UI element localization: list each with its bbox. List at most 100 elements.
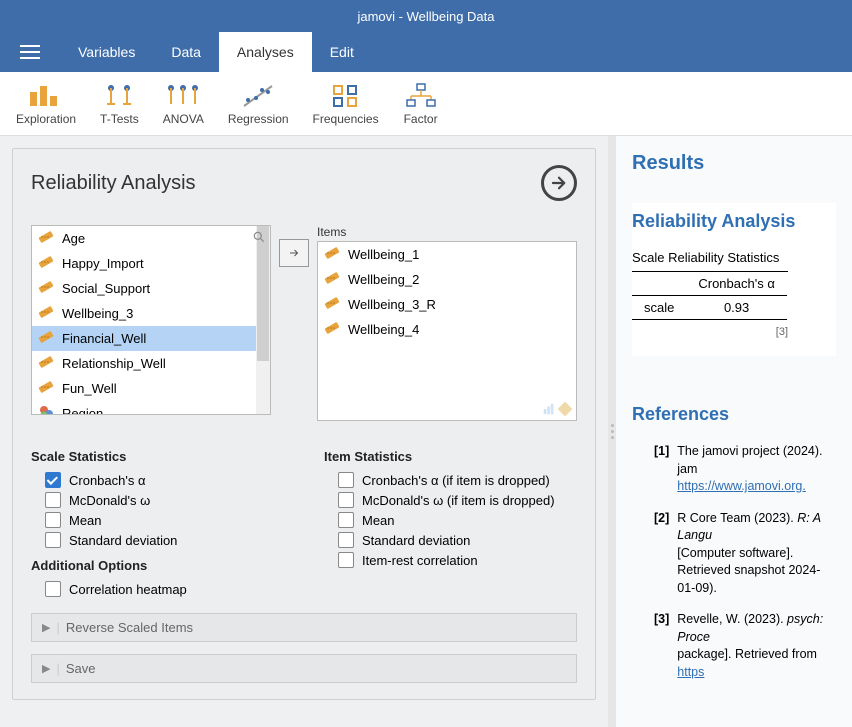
variable-name: Fun_Well bbox=[62, 381, 117, 396]
variable-type-icon bbox=[38, 404, 56, 415]
variable-type-icon bbox=[324, 245, 342, 264]
checkbox-mean[interactable] bbox=[45, 512, 61, 528]
analysis-card: Reliability Analysis Age Happy_Import Soci… bbox=[12, 148, 596, 700]
variable-item[interactable]: Age bbox=[32, 226, 270, 251]
menu-bar: Variables Data Analyses Edit bbox=[0, 32, 852, 72]
ribbon-factor[interactable]: Factor bbox=[391, 78, 451, 130]
checkbox-label: Standard deviation bbox=[362, 533, 470, 548]
menu-data[interactable]: Data bbox=[153, 32, 219, 72]
footnote: [3] bbox=[632, 320, 788, 338]
arrow-right-icon bbox=[287, 247, 301, 259]
variable-name: Wellbeing_2 bbox=[348, 272, 419, 287]
checkbox-item-mean[interactable] bbox=[338, 512, 354, 528]
reference-link[interactable]: https://www.jamovi.org. bbox=[677, 479, 806, 493]
checkbox-label: McDonald's ω (if item is dropped) bbox=[362, 493, 555, 508]
checkbox-label: Mean bbox=[69, 513, 102, 528]
menu-analyses[interactable]: Analyses bbox=[219, 32, 312, 72]
search-icon[interactable] bbox=[252, 230, 266, 247]
variable-type-icon bbox=[38, 379, 56, 398]
ribbon-label: Exploration bbox=[16, 112, 76, 126]
checkbox-label: Cronbach's α bbox=[69, 473, 145, 488]
ribbon-label: T-Tests bbox=[100, 112, 139, 126]
variable-type-icon bbox=[38, 254, 56, 273]
reference-item: [2]R Core Team (2023). R: A Langu[Comput… bbox=[654, 510, 836, 598]
variable-item[interactable]: Fun_Well bbox=[32, 376, 270, 401]
variable-item[interactable]: Region bbox=[32, 401, 270, 415]
scrollbar[interactable] bbox=[256, 226, 270, 414]
variable-name: Wellbeing_3 bbox=[62, 306, 133, 321]
title-bar: jamovi - Wellbeing Data bbox=[0, 0, 852, 32]
variable-type-icon bbox=[324, 320, 342, 339]
checkbox-label: Standard deviation bbox=[69, 533, 177, 548]
checkbox-item-sd[interactable] bbox=[338, 532, 354, 548]
checkbox-cronbach[interactable] bbox=[45, 472, 61, 488]
ribbon-label: Factor bbox=[404, 112, 438, 126]
variable-item[interactable]: Relationship_Well bbox=[32, 351, 270, 376]
ribbon-label: Frequencies bbox=[313, 112, 379, 126]
variable-item[interactable]: Social_Support bbox=[32, 276, 270, 301]
checkbox-label: McDonald's ω bbox=[69, 493, 150, 508]
variable-type-icon bbox=[38, 304, 56, 323]
checkbox-heatmap[interactable] bbox=[45, 581, 61, 597]
checkbox-label: Cronbach's α (if item is dropped) bbox=[362, 473, 550, 488]
splitter[interactable] bbox=[608, 136, 616, 727]
checkbox-item-irc[interactable] bbox=[338, 552, 354, 568]
source-variable-list[interactable]: Age Happy_Import Social_Support Wellbeing_3… bbox=[31, 225, 271, 415]
checkbox-mcdonald[interactable] bbox=[45, 492, 61, 508]
results-block-title: Reliability Analysis bbox=[632, 211, 836, 232]
additional-title: Additional Options bbox=[31, 558, 284, 573]
ribbon-regression[interactable]: Regression bbox=[216, 78, 301, 130]
ribbon: Exploration T-Tests ANOVA Regression Fre… bbox=[0, 72, 852, 136]
collapse-save[interactable]: ▶|Save bbox=[31, 654, 577, 683]
run-button[interactable] bbox=[541, 165, 577, 201]
variable-item[interactable]: Happy_Import bbox=[32, 251, 270, 276]
reference-body: The jamovi project (2024). jamhttps://ww… bbox=[677, 443, 836, 496]
variable-item[interactable]: Financial_Well bbox=[32, 326, 270, 351]
variable-name: Social_Support bbox=[62, 281, 150, 296]
hamburger-menu[interactable] bbox=[0, 32, 60, 72]
reference-body: Revelle, W. (2023). psych: Procepackage]… bbox=[677, 611, 836, 681]
ribbon-exploration[interactable]: Exploration bbox=[4, 78, 88, 130]
variable-item[interactable]: Wellbeing_3_R bbox=[318, 292, 576, 317]
variable-item[interactable]: Wellbeing_1 bbox=[318, 242, 576, 267]
frequencies-icon bbox=[328, 82, 364, 110]
variable-item[interactable]: Wellbeing_4 bbox=[318, 317, 576, 342]
variable-name: Wellbeing_4 bbox=[348, 322, 419, 337]
variable-name: Financial_Well bbox=[62, 331, 146, 346]
bar-chart-icon bbox=[28, 82, 64, 110]
ribbon-anova[interactable]: ANOVA bbox=[151, 78, 216, 130]
analysis-title: Reliability Analysis bbox=[31, 172, 196, 195]
hamburger-icon bbox=[20, 45, 40, 59]
ribbon-frequencies[interactable]: Frequencies bbox=[301, 78, 391, 130]
references-title: References bbox=[632, 404, 836, 425]
reference-body: R Core Team (2023). R: A Langu[Computer … bbox=[677, 510, 836, 598]
anova-icon bbox=[165, 82, 201, 110]
checkbox-label: Correlation heatmap bbox=[69, 582, 187, 597]
ttest-icon bbox=[101, 82, 137, 110]
checkbox-item-mcdonald[interactable] bbox=[338, 492, 354, 508]
checkbox-item-cronbach[interactable] bbox=[338, 472, 354, 488]
reference-item: [1]The jamovi project (2024). jamhttps:/… bbox=[654, 443, 836, 496]
col-header: Cronbach's α bbox=[686, 272, 786, 296]
collapse-label: Reverse Scaled Items bbox=[66, 620, 193, 635]
variable-item[interactable]: Wellbeing_2 bbox=[318, 267, 576, 292]
ruler-icon bbox=[558, 402, 572, 416]
reference-number: [3] bbox=[654, 611, 669, 681]
list-footer-icons bbox=[542, 402, 572, 416]
collapse-reverse-scaled[interactable]: ▶|Reverse Scaled Items bbox=[31, 613, 577, 642]
arrow-right-icon bbox=[550, 174, 568, 192]
checkbox-sd[interactable] bbox=[45, 532, 61, 548]
variable-type-icon bbox=[38, 329, 56, 348]
transfer-right-button[interactable] bbox=[279, 239, 309, 267]
variable-name: Age bbox=[62, 231, 85, 246]
results-panel: Results Reliability Analysis Scale Relia… bbox=[616, 136, 852, 727]
variable-type-icon bbox=[38, 279, 56, 298]
row-label: scale bbox=[632, 296, 686, 320]
menu-edit[interactable]: Edit bbox=[312, 32, 372, 72]
regression-icon bbox=[240, 82, 276, 110]
variable-item[interactable]: Wellbeing_3 bbox=[32, 301, 270, 326]
target-variable-list[interactable]: Wellbeing_1 Wellbeing_2 Wellbeing_3_R Wellb… bbox=[317, 241, 577, 421]
reference-link[interactable]: https bbox=[677, 665, 704, 679]
menu-variables[interactable]: Variables bbox=[60, 32, 153, 72]
ribbon-ttests[interactable]: T-Tests bbox=[88, 78, 151, 130]
